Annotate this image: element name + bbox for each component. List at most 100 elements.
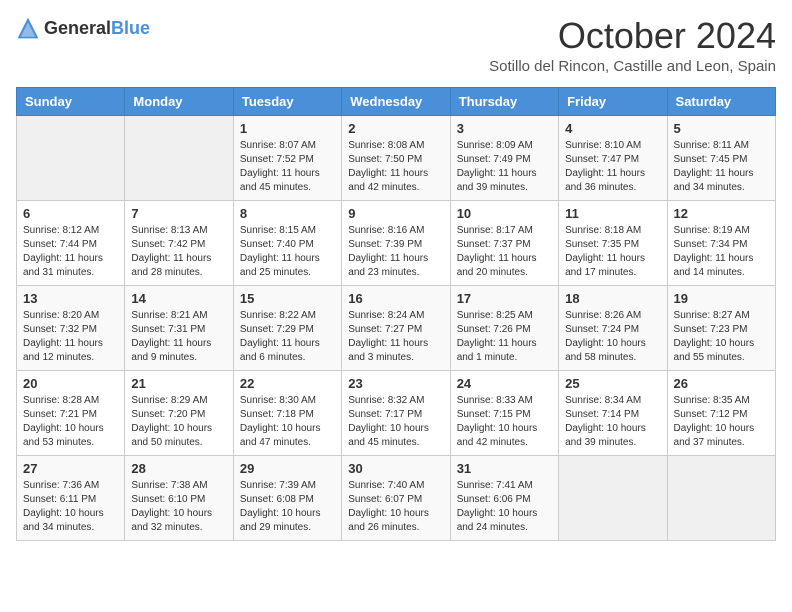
day-number: 31 (457, 461, 552, 476)
calendar-cell: 10Sunrise: 8:17 AM Sunset: 7:37 PM Dayli… (450, 200, 558, 285)
day-header-monday: Monday (125, 87, 233, 115)
day-info: Sunrise: 7:39 AM Sunset: 6:08 PM Dayligh… (240, 479, 335, 535)
day-header-sunday: Sunday (17, 87, 125, 115)
calendar-cell: 26 Sunrise: 8:35 AM Sunset: 7:12 PM Dayli… (667, 370, 775, 455)
day-number: 28 (131, 461, 226, 476)
day-info: Sunrise: 8:25 AM Sunset: 7:26 PM Dayligh… (457, 309, 552, 365)
day-number: 26 (674, 376, 769, 391)
day-info: Sunrise: 8:07 AM Sunset: 7:52 PM Dayligh… (240, 139, 335, 195)
day-info: Sunrise: 7:36 AM Sunset: 6:11 PM Dayligh… (23, 479, 118, 535)
day-info: Sunrise: 7:38 AM Sunset: 6:10 PM Dayligh… (131, 479, 226, 535)
location-title: Sotillo del Rincon, Castille and Leon, S… (489, 58, 776, 75)
day-number: 23 (348, 376, 443, 391)
day-number: 11 (565, 206, 660, 221)
day-number: 25 (565, 376, 660, 391)
day-header-wednesday: Wednesday (342, 87, 450, 115)
calendar-cell: 25Sunrise: 8:34 AM Sunset: 7:14 PM Dayli… (559, 370, 667, 455)
day-info: Sunrise: 8:35 AM Sunset: 7:12 PM Dayligh… (674, 394, 769, 450)
day-info: Sunrise: 8:22 AM Sunset: 7:29 PM Dayligh… (240, 309, 335, 365)
day-number: 27 (23, 461, 118, 476)
calendar-cell: 22 Sunrise: 8:30 AM Sunset: 7:18 PM Dayli… (233, 370, 341, 455)
day-number: 9 (348, 206, 443, 221)
calendar-cell: 31 Sunrise: 7:41 AM Sunset: 6:06 PM Dayli… (450, 455, 558, 540)
day-info: Sunrise: 7:40 AM Sunset: 6:07 PM Dayligh… (348, 479, 443, 535)
day-number: 4 (565, 121, 660, 136)
calendar-cell (125, 115, 233, 200)
day-info: Sunrise: 8:11 AM Sunset: 7:45 PM Dayligh… (674, 139, 769, 195)
calendar-cell: 27 Sunrise: 7:36 AM Sunset: 6:11 PM Dayli… (17, 455, 125, 540)
calendar-week-row: 13 Sunrise: 8:20 AM Sunset: 7:32 PM Dayli… (17, 285, 776, 370)
day-info: Sunrise: 8:19 AM Sunset: 7:34 PM Dayligh… (674, 224, 769, 280)
day-info: Sunrise: 7:41 AM Sunset: 6:06 PM Dayligh… (457, 479, 552, 535)
calendar-cell: 29 Sunrise: 7:39 AM Sunset: 6:08 PM Dayli… (233, 455, 341, 540)
day-info: Sunrise: 8:20 AM Sunset: 7:32 PM Dayligh… (23, 309, 118, 365)
day-header-tuesday: Tuesday (233, 87, 341, 115)
calendar-cell (17, 115, 125, 200)
calendar-week-row: 27 Sunrise: 7:36 AM Sunset: 6:11 PM Dayli… (17, 455, 776, 540)
day-info: Sunrise: 8:18 AM Sunset: 7:35 PM Dayligh… (565, 224, 660, 280)
day-number: 8 (240, 206, 335, 221)
day-header-thursday: Thursday (450, 87, 558, 115)
day-number: 16 (348, 291, 443, 306)
calendar-cell: 12 Sunrise: 8:19 AM Sunset: 7:34 PM Dayli… (667, 200, 775, 285)
day-number: 17 (457, 291, 552, 306)
day-header-saturday: Saturday (667, 87, 775, 115)
day-info: Sunrise: 8:26 AM Sunset: 7:24 PM Dayligh… (565, 309, 660, 365)
day-number: 19 (674, 291, 769, 306)
day-info: Sunrise: 8:33 AM Sunset: 7:15 PM Dayligh… (457, 394, 552, 450)
calendar-cell: 6Sunrise: 8:12 AM Sunset: 7:44 PM Daylig… (17, 200, 125, 285)
day-info: Sunrise: 8:30 AM Sunset: 7:18 PM Dayligh… (240, 394, 335, 450)
day-number: 5 (674, 121, 769, 136)
day-number: 6 (23, 206, 118, 221)
calendar-cell: 23Sunrise: 8:32 AM Sunset: 7:17 PM Dayli… (342, 370, 450, 455)
day-number: 20 (23, 376, 118, 391)
calendar-cell: 5 Sunrise: 8:11 AM Sunset: 7:45 PM Daylig… (667, 115, 775, 200)
calendar-cell: 4 Sunrise: 8:10 AM Sunset: 7:47 PM Daylig… (559, 115, 667, 200)
day-info: Sunrise: 8:10 AM Sunset: 7:47 PM Dayligh… (565, 139, 660, 195)
day-header-friday: Friday (559, 87, 667, 115)
day-number: 1 (240, 121, 335, 136)
day-number: 12 (674, 206, 769, 221)
day-number: 29 (240, 461, 335, 476)
day-info: Sunrise: 8:27 AM Sunset: 7:23 PM Dayligh… (674, 309, 769, 365)
day-info: Sunrise: 8:13 AM Sunset: 7:42 PM Dayligh… (131, 224, 226, 280)
calendar-cell: 30 Sunrise: 7:40 AM Sunset: 6:07 PM Dayli… (342, 455, 450, 540)
calendar-cell: 8 Sunrise: 8:15 AM Sunset: 7:40 PM Daylig… (233, 200, 341, 285)
calendar-table: SundayMondayTuesdayWednesdayThursdayFrid… (16, 87, 776, 541)
day-number: 15 (240, 291, 335, 306)
day-number: 22 (240, 376, 335, 391)
day-info: Sunrise: 8:28 AM Sunset: 7:21 PM Dayligh… (23, 394, 118, 450)
calendar-cell: 13 Sunrise: 8:20 AM Sunset: 7:32 PM Dayli… (17, 285, 125, 370)
calendar-cell: 7 Sunrise: 8:13 AM Sunset: 7:42 PM Daylig… (125, 200, 233, 285)
calendar-week-row: 6Sunrise: 8:12 AM Sunset: 7:44 PM Daylig… (17, 200, 776, 285)
calendar-cell: 16 Sunrise: 8:24 AM Sunset: 7:27 PM Dayli… (342, 285, 450, 370)
page-header: GeneralBlue October 2024 Sotillo del Rin… (16, 16, 776, 75)
day-number: 30 (348, 461, 443, 476)
calendar-cell: 17 Sunrise: 8:25 AM Sunset: 7:26 PM Dayli… (450, 285, 558, 370)
calendar-cell: 20 Sunrise: 8:28 AM Sunset: 7:21 PM Dayli… (17, 370, 125, 455)
day-number: 24 (457, 376, 552, 391)
day-info: Sunrise: 8:09 AM Sunset: 7:49 PM Dayligh… (457, 139, 552, 195)
calendar-cell: 19 Sunrise: 8:27 AM Sunset: 7:23 PM Dayli… (667, 285, 775, 370)
day-info: Sunrise: 8:29 AM Sunset: 7:20 PM Dayligh… (131, 394, 226, 450)
day-number: 2 (348, 121, 443, 136)
calendar-cell: 14Sunrise: 8:21 AM Sunset: 7:31 PM Dayli… (125, 285, 233, 370)
day-info: Sunrise: 8:24 AM Sunset: 7:27 PM Dayligh… (348, 309, 443, 365)
calendar-cell: 15 Sunrise: 8:22 AM Sunset: 7:29 PM Dayli… (233, 285, 341, 370)
calendar-cell: 3Sunrise: 8:09 AM Sunset: 7:49 PM Daylig… (450, 115, 558, 200)
day-number: 14 (131, 291, 226, 306)
calendar-header-row: SundayMondayTuesdayWednesdayThursdayFrid… (17, 87, 776, 115)
day-info: Sunrise: 8:15 AM Sunset: 7:40 PM Dayligh… (240, 224, 335, 280)
calendar-week-row: 20 Sunrise: 8:28 AM Sunset: 7:21 PM Dayli… (17, 370, 776, 455)
calendar-cell: 21Sunrise: 8:29 AM Sunset: 7:20 PM Dayli… (125, 370, 233, 455)
calendar-cell: 2Sunrise: 8:08 AM Sunset: 7:50 PM Daylig… (342, 115, 450, 200)
day-number: 7 (131, 206, 226, 221)
logo: GeneralBlue (16, 16, 150, 40)
calendar-cell: 1 Sunrise: 8:07 AM Sunset: 7:52 PM Daylig… (233, 115, 341, 200)
day-number: 13 (23, 291, 118, 306)
calendar-cell: 18Sunrise: 8:26 AM Sunset: 7:24 PM Dayli… (559, 285, 667, 370)
calendar-cell: 11 Sunrise: 8:18 AM Sunset: 7:35 PM Dayli… (559, 200, 667, 285)
logo-icon (16, 16, 40, 40)
calendar-cell: 9Sunrise: 8:16 AM Sunset: 7:39 PM Daylig… (342, 200, 450, 285)
logo-blue-text: Blue (111, 18, 150, 38)
